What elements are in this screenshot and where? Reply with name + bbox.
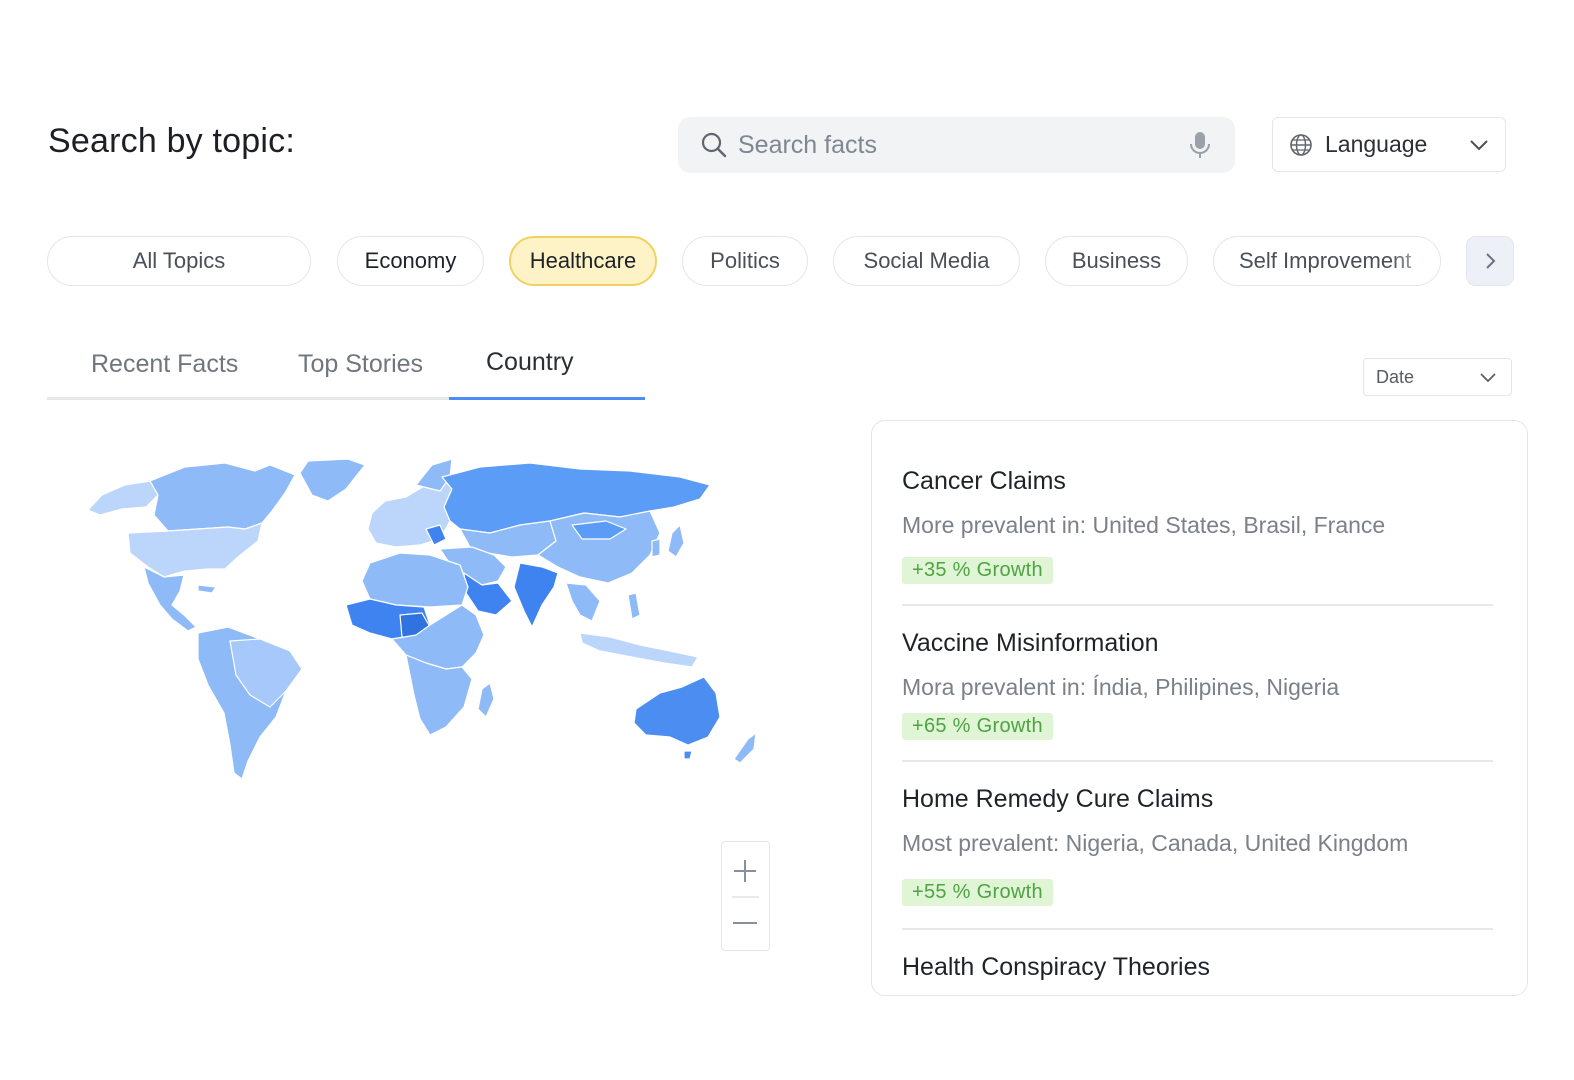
language-label: Language: [1325, 131, 1428, 157]
chevron-right-icon: [1486, 253, 1496, 269]
chip-economy[interactable]: Economy: [337, 236, 484, 286]
fact-title: Health Conspiracy Theories: [902, 953, 1211, 981]
map-region-canada[interactable]: [149, 462, 296, 532]
globe-icon: [1290, 133, 1312, 156]
growth-badge: +65 % Growth: [902, 713, 1053, 740]
fact-title: Cancer Claims: [902, 467, 1066, 495]
zoom-out-button[interactable]: [722, 896, 768, 950]
tab-recent-facts[interactable]: Recent Facts: [91, 350, 238, 379]
map-region-southern-africa[interactable]: [405, 654, 473, 736]
chevron-down-icon: [1470, 139, 1488, 150]
view-tabs: Recent Facts Top Stories Country: [47, 340, 645, 400]
fact-description: Most prevalent: Nigeria, Canada, United …: [902, 830, 1409, 856]
page-title: Search by topic:: [48, 122, 295, 160]
map-region-australia[interactable]: [633, 676, 721, 746]
fact-divider: [902, 604, 1493, 606]
date-sort-label: Date: [1376, 366, 1415, 387]
fact-item[interactable]: Cancer Claims More prevalent in: United …: [902, 467, 1494, 584]
map-region-alaska[interactable]: [87, 480, 159, 516]
topic-chips: All Topics Economy Healthcare Politics S…: [0, 236, 1574, 286]
fact-title: Vaccine Misinformation: [902, 629, 1159, 657]
search-bar: [678, 117, 1235, 173]
map-region-philippines[interactable]: [627, 592, 641, 620]
fact-description: More prevalent in: United States, Brasil…: [902, 512, 1386, 538]
facts-panel: Cancer Claims More prevalent in: United …: [871, 420, 1528, 996]
map-region-madagascar[interactable]: [477, 682, 495, 718]
map-region-greenland[interactable]: [299, 458, 366, 502]
map-region-new-zealand[interactable]: [733, 732, 757, 764]
world-map[interactable]: [80, 455, 790, 790]
fact-description: Mora prevalent in: Índia, Philipines, Ni…: [902, 674, 1340, 700]
map-region-mexico[interactable]: [143, 566, 197, 632]
growth-badge: +55 % Growth: [902, 879, 1053, 906]
chips-next-button[interactable]: [1466, 236, 1514, 286]
fact-item[interactable]: Health Conspiracy Theories: [902, 953, 1494, 982]
zoom-in-button[interactable]: [722, 844, 768, 898]
map-region-caribbean[interactable]: [197, 584, 217, 594]
chip-business[interactable]: Business: [1045, 236, 1188, 286]
chip-politics[interactable]: Politics: [682, 236, 808, 286]
map-region-tasmania[interactable]: [683, 750, 693, 760]
search-input[interactable]: [738, 130, 1187, 160]
fact-item[interactable]: Home Remedy Cure Claims Most prevalent: …: [902, 785, 1494, 906]
chip-all-topics[interactable]: All Topics: [47, 236, 311, 286]
map-region-japan[interactable]: [667, 524, 685, 558]
map-region-india[interactable]: [513, 562, 559, 628]
search-icon: [701, 132, 727, 158]
tab-top-stories[interactable]: Top Stories: [298, 350, 423, 379]
app-root: Search by topic: Language All Topics Eco…: [0, 0, 1574, 1080]
chevron-down-icon: [1480, 373, 1496, 383]
map-region-indonesia[interactable]: [579, 632, 699, 668]
fact-title: Home Remedy Cure Claims: [902, 785, 1214, 813]
chip-social-media[interactable]: Social Media: [833, 236, 1020, 286]
map-region-southeast-asia[interactable]: [565, 582, 601, 622]
chip-healthcare[interactable]: Healthcare: [509, 236, 657, 286]
chip-self-improvement[interactable]: Self Improvement: [1213, 236, 1441, 286]
growth-badge: +35 % Growth: [902, 557, 1053, 584]
date-sort-select[interactable]: Date: [1363, 358, 1512, 396]
map-zoom-control: [721, 841, 770, 951]
tab-country[interactable]: Country: [486, 348, 574, 377]
fact-divider: [902, 760, 1493, 762]
fact-divider: [902, 928, 1493, 930]
minus-icon: [733, 922, 757, 924]
active-tab-indicator: [449, 397, 645, 400]
map-region-korea[interactable]: [651, 538, 661, 558]
fact-item[interactable]: Vaccine Misinformation Mora prevalent in…: [902, 629, 1494, 740]
microphone-icon[interactable]: [1187, 130, 1213, 160]
language-select[interactable]: Language: [1272, 117, 1506, 172]
plus-icon: [734, 860, 756, 882]
